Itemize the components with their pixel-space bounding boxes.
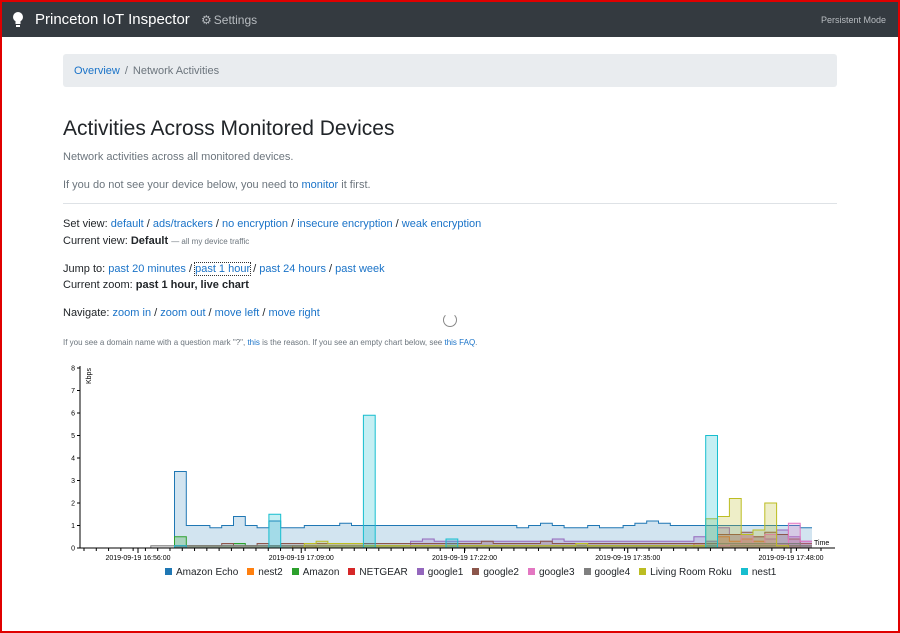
- legend-item-google4[interactable]: google4: [583, 567, 631, 578]
- legend-label: NETGEAR: [359, 567, 408, 578]
- current-view-value: Default: [130, 235, 169, 247]
- view-no-encryption-link[interactable]: no encryption: [222, 218, 288, 230]
- monitor-link[interactable]: monitor: [302, 179, 339, 191]
- y-tick-label: 3: [71, 478, 75, 485]
- current-zoom-value: past 1 hour, live chart: [135, 279, 249, 291]
- y-tick-label: 0: [71, 546, 75, 553]
- set-view-label: Set view:: [63, 218, 108, 230]
- persistent-mode-label[interactable]: Persistent Mode: [821, 15, 886, 25]
- legend-swatch: [416, 568, 424, 575]
- monitor-hint: If you do not see your device below, you…: [63, 179, 371, 191]
- jump-24-hours-link[interactable]: past 24 hours: [259, 263, 326, 275]
- legend-swatch: [247, 568, 255, 575]
- y-tick-label: 5: [71, 433, 75, 440]
- legend-label: Amazon Echo: [176, 567, 239, 578]
- monitor-hint-suffix: it first.: [341, 179, 371, 191]
- breadcrumb-overview-link[interactable]: Overview: [74, 65, 120, 77]
- zoom-out-link[interactable]: zoom out: [160, 307, 205, 319]
- legend-swatch: [639, 568, 647, 575]
- current-view-row: Current view: Default — all my device tr…: [63, 235, 249, 247]
- settings-label: Settings: [213, 13, 258, 27]
- question-mark-reason-link[interactable]: this: [247, 338, 259, 347]
- legend-item-google1[interactable]: google1: [416, 567, 464, 578]
- zoom-in-link[interactable]: zoom in: [113, 307, 152, 319]
- y-axis-title: Kbps: [86, 368, 93, 384]
- current-zoom-label: Current zoom:: [63, 279, 133, 291]
- y-tick-label: 7: [71, 388, 75, 395]
- move-right-link[interactable]: move right: [268, 307, 319, 319]
- jump-to-label: Jump to:: [63, 263, 106, 275]
- legend-label: google2: [483, 567, 519, 578]
- legend-label: google4: [594, 567, 631, 578]
- y-tick-label: 8: [71, 366, 75, 373]
- y-tick-label: 2: [71, 501, 75, 508]
- x-tick-label: 2019-09-19 16:56:00: [106, 555, 171, 562]
- x-tick-label: 2019-09-19 17:48:00: [759, 555, 824, 562]
- help-note-part3: .: [475, 338, 478, 347]
- navbar: Princeton IoT Inspector ⚙ Settings Persis…: [2, 2, 898, 37]
- legend-label: Amazon: [302, 567, 340, 578]
- legend-label: google3: [538, 567, 575, 578]
- current-view-note: — all my device traffic: [171, 237, 250, 246]
- legend-label: google1: [427, 567, 464, 578]
- breadcrumb-separator: /: [124, 65, 128, 77]
- legend-swatch: [291, 568, 299, 575]
- jump-to-row: Jump to: past 20 minutes / past 1 hour /…: [63, 262, 385, 276]
- view-insecure-encryption-link[interactable]: insecure encryption: [297, 218, 392, 230]
- legend-swatch: [165, 568, 172, 575]
- jump-past-week-link[interactable]: past week: [335, 263, 385, 275]
- legend-item-netgear[interactable]: NETGEAR: [348, 567, 408, 578]
- legend-item-amazon-echo[interactable]: Amazon Echo: [165, 567, 238, 578]
- legend-item-amazon[interactable]: Amazon: [291, 567, 340, 578]
- monitor-hint-prefix: If you do not see your device below, you…: [63, 179, 299, 191]
- brand-link[interactable]: Princeton IoT Inspector: [35, 11, 190, 28]
- current-view-label: Current view:: [63, 235, 128, 247]
- view-default-link[interactable]: default: [111, 218, 144, 230]
- faq-link[interactable]: this FAQ: [444, 338, 475, 347]
- legend-label: nest2: [258, 567, 283, 578]
- legend-swatch: [740, 568, 748, 575]
- breadcrumb-current: Network Activities: [132, 65, 220, 77]
- legend-item-google3[interactable]: google3: [527, 567, 575, 578]
- navigate-row: Navigate: zoom in / zoom out / move left…: [63, 307, 320, 319]
- legend-label: Living Room Roku: [650, 567, 732, 578]
- gear-icon: ⚙: [201, 13, 212, 27]
- divider: [63, 203, 837, 204]
- legend-item-living-room-roku[interactable]: Living Room Roku: [639, 567, 732, 578]
- breadcrumb: Overview / Network Activities: [63, 54, 837, 87]
- jump-20-minutes-link[interactable]: past 20 minutes: [108, 263, 186, 275]
- y-tick-label: 1: [71, 523, 75, 530]
- legend-swatch: [348, 568, 356, 575]
- help-note-part2: is the reason. If you see an empty chart…: [262, 338, 443, 347]
- legend-swatch: [472, 568, 480, 575]
- y-tick-label: 6: [71, 411, 75, 418]
- current-zoom-row: Current zoom: past 1 hour, live chart: [63, 279, 249, 291]
- legend-item-nest1[interactable]: nest1: [740, 567, 777, 578]
- jump-1-hour-link[interactable]: past 1 hour: [194, 262, 252, 276]
- legend-label: nest1: [751, 567, 777, 578]
- legend-swatch: [527, 568, 535, 575]
- view-weak-encryption-link[interactable]: weak encryption: [402, 218, 482, 230]
- loading-spinner-icon: [443, 313, 457, 327]
- network-activity-chart[interactable]: 0 1 2 3 4 5 6 7 8 2019-09-19 16:56:00 2019-09-19 1…: [60, 360, 850, 565]
- move-left-link[interactable]: move left: [215, 307, 260, 319]
- x-axis-title: Time: [814, 540, 829, 547]
- x-tick-label: 2019-09-19 17:35:00: [595, 555, 660, 562]
- set-view-row: Set view: default / ads/trackers / no en…: [63, 218, 482, 230]
- view-ads-trackers-link[interactable]: ads/trackers: [153, 218, 213, 230]
- x-tick-label: 2019-09-19 17:22:00: [432, 555, 497, 562]
- x-tick-label: 2019-09-19 17:09:00: [269, 555, 334, 562]
- help-note-part1: If you see a domain name with a question…: [63, 338, 246, 347]
- page-title: Activities Across Monitored Devices: [63, 117, 395, 140]
- navigate-label: Navigate:: [63, 307, 110, 319]
- legend-item-google2[interactable]: google2: [472, 567, 519, 578]
- legend-swatch: [583, 568, 591, 575]
- y-tick-label: 4: [71, 456, 75, 463]
- chart-legend: Amazon Echo nest2 Amazon NETGEAR google1 goog…: [165, 567, 785, 578]
- lightbulb-icon: [13, 12, 23, 27]
- page-subtitle: Network activities across all monitored …: [63, 151, 294, 163]
- settings-link[interactable]: ⚙ Settings: [201, 13, 257, 27]
- legend-item-nest2[interactable]: nest2: [247, 567, 283, 578]
- help-note: If you see a domain name with a question…: [63, 338, 477, 347]
